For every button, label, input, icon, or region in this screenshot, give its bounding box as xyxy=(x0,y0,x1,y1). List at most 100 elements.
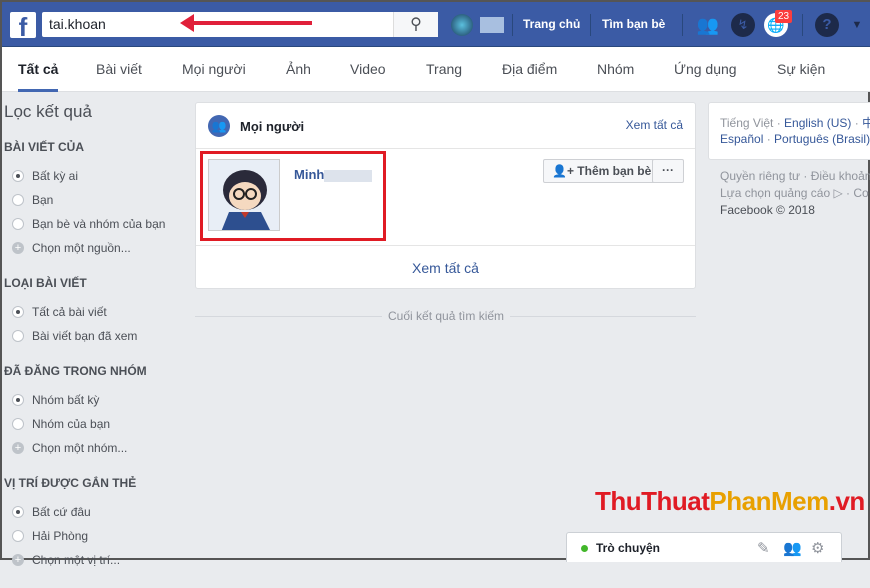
filter-add-option[interactable]: + Chọn một nguồn... xyxy=(4,236,179,260)
option-label: Bất kỳ ai xyxy=(32,169,79,183)
add-friend-label: Thêm bạn bè xyxy=(577,164,652,178)
messenger-icon[interactable]: ↯ xyxy=(731,13,755,37)
option-label: Chọn một nhóm... xyxy=(32,441,128,455)
filter-option[interactable]: Bạn bè và nhóm của bạn xyxy=(4,212,179,236)
group-chat-icon[interactable]: 👥 xyxy=(783,539,802,557)
filter-group-posted-in-group: ĐÃ ĐĂNG TRONG NHÓM Nhóm bất kỳ Nhóm của … xyxy=(4,364,179,460)
radio[interactable] xyxy=(12,418,24,430)
language-card: Tiếng Việt · English (US) · 中 Español · … xyxy=(708,102,870,160)
radio[interactable] xyxy=(12,218,24,230)
filter-option[interactable]: Nhóm của bạn xyxy=(4,412,179,436)
filter-heading: LOẠI BÀI VIẾT xyxy=(4,276,87,290)
top-bar: f ⚲ Trang chủ Tìm bạn bè 👥 ↯ 🌐 23 ? ▼ xyxy=(2,2,870,47)
tab-posts[interactable]: Bài viết xyxy=(96,47,142,92)
radio[interactable] xyxy=(12,330,24,342)
facebook-logo[interactable]: f xyxy=(10,12,36,38)
language-link[interactable]: Español xyxy=(720,132,763,146)
divider xyxy=(682,14,683,36)
filter-heading: ĐÃ ĐĂNG TRONG NHÓM xyxy=(4,364,147,378)
filter-group-posted-by: BÀI VIẾT CỦA Bất kỳ ai Bạn Bạn bè và nhó… xyxy=(4,140,179,260)
add-friend-button[interactable]: 👤+ Thêm bạn bè xyxy=(543,159,661,183)
tab-videos[interactable]: Video xyxy=(350,47,386,92)
profile-avatar[interactable] xyxy=(451,14,473,36)
watermark-part: .vn xyxy=(828,486,866,516)
filter-option[interactable]: Nhóm bất kỳ xyxy=(4,388,179,412)
radio-selected[interactable] xyxy=(12,506,24,518)
search-tabs: Tất cả Bài viết Mọi người Ảnh Video Tran… xyxy=(2,47,870,92)
red-arrow-annotation xyxy=(180,14,312,32)
tab-places[interactable]: Địa điểm xyxy=(502,47,557,92)
option-label: Bất cứ đâu xyxy=(32,505,91,519)
copyright: Facebook © 2018 xyxy=(720,203,815,217)
footer-links[interactable]: Lựa chọn quảng cáo ▷ · Co xyxy=(720,185,870,202)
filter-add-option[interactable]: + Chọn một nhóm... xyxy=(4,436,179,460)
account-menu-caret-icon[interactable]: ▼ xyxy=(845,13,869,37)
people-icon: 👥 xyxy=(208,115,230,137)
option-label: Bạn xyxy=(32,193,54,207)
compose-icon[interactable]: ✎ xyxy=(757,539,770,557)
tab-groups[interactable]: Nhóm xyxy=(597,47,634,92)
watermark-part: PhanMem xyxy=(709,486,829,516)
radio[interactable] xyxy=(12,530,24,542)
filter-option[interactable]: Tất cả bài viết xyxy=(4,300,179,324)
plus-icon: + xyxy=(12,242,24,254)
nav-find-friends[interactable]: Tìm bạn bè xyxy=(602,2,665,47)
tab-pages[interactable]: Trang xyxy=(426,47,462,92)
filter-option[interactable]: Hải Phòng xyxy=(4,524,179,548)
radio-selected[interactable] xyxy=(12,394,24,406)
search-icon: ⚲ xyxy=(410,16,422,33)
add-friend-icon: 👤+ xyxy=(552,164,578,178)
tab-photos[interactable]: Ảnh xyxy=(286,47,311,92)
option-label: Bạn bè và nhóm của bạn xyxy=(32,217,166,231)
page-footer: Quyền riêng tư · Điều khoản Lựa chọn quả… xyxy=(720,168,870,219)
profile-name-blurred[interactable] xyxy=(480,17,504,33)
filter-heading: VỊ TRÍ ĐƯỢC GẮN THẺ xyxy=(4,476,137,490)
highlight-box-annotation xyxy=(200,151,386,241)
more-options-button[interactable]: ··· xyxy=(652,159,684,183)
option-label: Chọn một vị trí... xyxy=(32,553,121,567)
filter-option[interactable]: Bạn xyxy=(4,188,179,212)
filter-add-option[interactable]: + Chọn một vị trí... xyxy=(4,548,179,572)
language-link[interactable]: Português (Brasil) xyxy=(774,132,870,146)
filter-heading: BÀI VIẾT CỦA xyxy=(4,140,85,154)
option-label: Tất cả bài viết xyxy=(32,305,107,319)
radio[interactable] xyxy=(12,194,24,206)
filter-option[interactable]: Bất kỳ ai xyxy=(4,164,179,188)
tab-people[interactable]: Mọi người xyxy=(182,47,246,92)
divider xyxy=(512,14,513,36)
tab-events[interactable]: Sự kiện xyxy=(777,47,825,92)
plus-icon: + xyxy=(12,442,24,454)
filter-sidebar: Lọc kết quả BÀI VIẾT CỦA Bất kỳ ai Bạn B… xyxy=(4,102,179,588)
person-name-link[interactable]: Minh xyxy=(294,167,373,182)
option-label: Hải Phòng xyxy=(32,529,89,543)
settings-gear-icon[interactable]: ⚙ xyxy=(811,539,824,557)
filter-option[interactable]: Bất cứ đâu xyxy=(4,500,179,524)
see-all-footer-link[interactable]: Xem tất cả xyxy=(196,245,695,289)
option-label: Bài viết bạn đã xem xyxy=(32,329,138,343)
radio-selected[interactable] xyxy=(12,306,24,318)
watermark-part: ThuThuat xyxy=(595,486,710,516)
option-label: Nhóm bất kỳ xyxy=(32,393,100,407)
filter-group-post-type: LOẠI BÀI VIẾT Tất cả bài viết Bài viết b… xyxy=(4,276,179,348)
end-of-results-text: Cuối kết quả tìm kiếm xyxy=(382,309,511,323)
person-name[interactable]: Minh xyxy=(294,167,324,182)
radio-selected[interactable] xyxy=(12,170,24,182)
card-header: 👥 Mọi người Xem tất cả xyxy=(196,103,695,149)
friend-requests-icon[interactable]: 👥 xyxy=(696,13,720,37)
option-label: Nhóm của bạn xyxy=(32,417,111,431)
help-icon[interactable]: ? xyxy=(815,13,839,37)
search-button[interactable]: ⚲ xyxy=(393,12,438,37)
chat-bar[interactable]: Trò chuyện ✎ 👥 ⚙ xyxy=(566,532,842,562)
tab-apps[interactable]: Ứng dụng xyxy=(674,47,737,92)
tab-all[interactable]: Tất cả xyxy=(18,47,59,92)
see-all-link[interactable]: Xem tất cả xyxy=(626,118,683,132)
footer-links[interactable]: Quyền riêng tư · Điều khoản xyxy=(720,168,870,185)
language-link[interactable]: 中 xyxy=(862,116,870,130)
people-results-card: 👥 Mọi người Xem tất cả Minh 👤+ Thêm bạn … xyxy=(195,102,696,289)
option-label: Chọn một nguồn... xyxy=(32,241,131,255)
filter-option[interactable]: Bài viết bạn đã xem xyxy=(4,324,179,348)
nav-home[interactable]: Trang chủ xyxy=(523,2,580,47)
divider xyxy=(590,14,591,36)
language-link[interactable]: English (US) xyxy=(784,116,851,130)
card-title: Mọi người xyxy=(240,119,305,134)
